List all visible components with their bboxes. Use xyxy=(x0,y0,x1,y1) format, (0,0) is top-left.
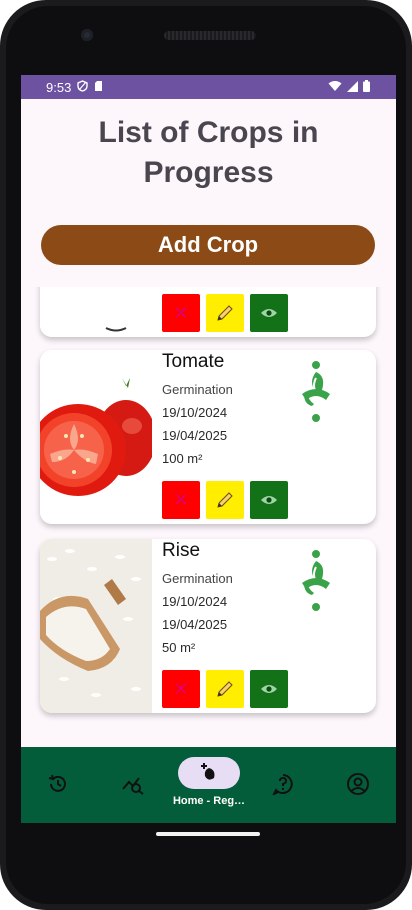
crop-end-date: 19/04/2025 xyxy=(162,428,228,443)
help-icon xyxy=(272,774,293,795)
nav-account[interactable] xyxy=(343,769,373,799)
analytics-icon xyxy=(122,777,144,795)
wifi-icon xyxy=(328,80,342,96)
cell-signal-icon xyxy=(347,80,358,96)
eye-icon xyxy=(261,309,277,317)
nav-home-register[interactable] xyxy=(178,757,240,789)
plant-growth-icon xyxy=(300,360,332,426)
nav-history[interactable] xyxy=(43,769,73,799)
crop-card: Rise Germination 19/10/2024 19/04/2025 5… xyxy=(40,539,376,713)
crop-card: Tomate Germination 19/10/2024 19/04/2025… xyxy=(40,350,376,524)
eye-icon xyxy=(261,685,277,693)
view-crop-button[interactable] xyxy=(250,670,288,708)
crop-image-rice xyxy=(40,539,152,713)
battery-icon xyxy=(363,80,370,96)
nav-home-label: Home - Reg… xyxy=(172,795,246,807)
page-title: List of Crops in Progress xyxy=(21,113,396,193)
crop-start-date: 19/10/2024 xyxy=(162,405,228,420)
pencil-icon xyxy=(217,305,233,321)
crop-area: 100 m² xyxy=(162,451,203,466)
crop-card-partial: ✕ xyxy=(40,287,376,337)
crop-stage: Germination xyxy=(162,571,233,586)
pencil-icon xyxy=(217,681,233,697)
account-icon xyxy=(347,773,369,795)
crop-list[interactable]: ✕ Tomate Germination 19/10/2024 19/04/20… xyxy=(21,287,396,747)
crop-name: Tomate xyxy=(162,351,225,372)
crop-image-partial xyxy=(40,287,152,337)
page-title-line-1: List of Crops in xyxy=(98,116,319,149)
bottom-navigation: Home - Reg… xyxy=(21,747,396,823)
view-crop-button[interactable] xyxy=(250,294,288,332)
edit-crop-button[interactable] xyxy=(206,294,244,332)
crop-start-date: 19/10/2024 xyxy=(162,594,228,609)
gesture-home-indicator[interactable] xyxy=(156,832,260,836)
phone-frame: 9:53 List of Crops in Progress Add Crop … xyxy=(0,0,412,910)
status-time: 9:53 xyxy=(46,79,72,95)
app-screen: 9:53 List of Crops in Progress Add Crop … xyxy=(21,75,396,823)
crop-area: 50 m² xyxy=(162,640,196,655)
front-camera xyxy=(81,29,93,41)
earpiece-speaker xyxy=(164,31,256,40)
plant-growth-icon xyxy=(300,549,332,615)
edit-crop-button[interactable] xyxy=(206,670,244,708)
add-crop-button[interactable]: Add Crop xyxy=(41,225,375,265)
crop-end-date: 19/04/2025 xyxy=(162,617,228,632)
edit-crop-button[interactable] xyxy=(206,481,244,519)
add-seed-icon xyxy=(201,763,215,780)
delete-crop-button[interactable]: ✕ xyxy=(162,294,200,332)
delete-crop-button[interactable]: ✕ xyxy=(162,670,200,708)
crop-name: Rise xyxy=(162,540,201,561)
history-icon xyxy=(48,774,66,792)
pencil-icon xyxy=(217,492,233,508)
crop-image-tomato xyxy=(40,350,152,524)
sim-card-icon xyxy=(94,80,103,95)
page-title-line-2: Progress xyxy=(143,156,274,189)
status-bar: 9:53 xyxy=(21,75,396,99)
vpn-shield-icon xyxy=(77,79,89,95)
view-crop-button[interactable] xyxy=(250,481,288,519)
delete-crop-button[interactable]: ✕ xyxy=(162,481,200,519)
nav-analytics[interactable] xyxy=(118,769,148,799)
eye-icon xyxy=(261,496,277,504)
nav-help[interactable] xyxy=(268,769,298,799)
crop-stage: Germination xyxy=(162,382,233,397)
